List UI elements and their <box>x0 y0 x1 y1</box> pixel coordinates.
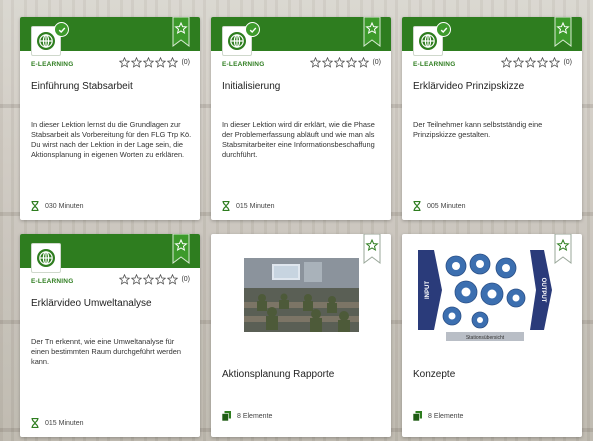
card-title[interactable]: Erklärvideo Prinzipskizze <box>413 80 573 93</box>
star-outline-icon[interactable] <box>143 57 155 68</box>
rating-count: (0) <box>181 276 190 283</box>
card-description: Der Teilnehmer kann selbstständig eine P… <box>413 120 543 139</box>
star-outline-icon[interactable] <box>167 57 179 68</box>
star-outline-icon[interactable] <box>119 274 131 285</box>
card-description: In dieser Lektion wird dir erklärt, wie … <box>222 120 375 159</box>
classroom-photo <box>244 258 359 332</box>
duration-label: 015 Minuten <box>45 419 84 427</box>
course-card-initialisierung[interactable]: E-LEARNING (0) Initialisierung In dieser… <box>211 17 391 220</box>
star-outline-icon[interactable] <box>155 274 167 285</box>
bookmark-star-icon[interactable] <box>554 234 572 264</box>
hourglass-icon <box>413 201 421 211</box>
bookmark-star-icon[interactable] <box>363 234 381 264</box>
diagram-output-label: OUTPUT <box>540 278 546 303</box>
star-outline-icon[interactable] <box>346 57 358 68</box>
duration: 015 Minuten <box>222 201 275 211</box>
card-header-band <box>211 17 391 56</box>
star-rating[interactable]: (0) <box>309 57 381 68</box>
collection-card-konzepte[interactable]: INPUT OUTPUT Stationsübersicht Konzepte … <box>402 234 582 437</box>
elements-label: 8 Elemente <box>237 412 273 420</box>
card-description: In dieser Lektion lernst du die Grundlag… <box>31 120 192 159</box>
card-title[interactable]: Einführung Stabsarbeit <box>31 80 191 93</box>
hourglass-icon <box>222 201 230 211</box>
rating-count: (0) <box>181 59 190 66</box>
card-header-band <box>402 17 582 56</box>
card-header-band <box>20 17 200 56</box>
duration: 030 Minuten <box>31 201 84 211</box>
bookmark-star-icon[interactable] <box>172 17 190 47</box>
bookmark-star-icon[interactable] <box>554 17 572 47</box>
collection-card-aktionsplanung-rapporte[interactable]: Aktionsplanung Rapporte 8 Elemente <box>211 234 391 437</box>
bookmark-star-icon[interactable] <box>172 234 190 264</box>
diagram-bottom-label: Stationsübersicht <box>466 335 505 341</box>
diagram-input-label: INPUT <box>425 281 431 299</box>
check-icon <box>436 22 451 37</box>
elements-label: 8 Elemente <box>428 412 464 420</box>
elements-count: 8 Elemente <box>413 411 463 421</box>
star-outline-icon[interactable] <box>549 57 561 68</box>
star-outline-icon[interactable] <box>501 57 513 68</box>
process-diagram: INPUT OUTPUT Stationsübersicht <box>416 244 554 344</box>
documents-icon <box>222 411 231 421</box>
star-outline-icon[interactable] <box>334 57 346 68</box>
course-card-einfuehrung-stabsarbeit[interactable]: E-LEARNING (0) Einführung Stabsarbeit In… <box>20 17 200 220</box>
duration: 015 Minuten <box>31 418 84 428</box>
documents-icon <box>413 411 422 421</box>
card-title[interactable]: Konzepte <box>413 369 455 380</box>
globe-icon <box>31 243 61 273</box>
elements-count: 8 Elemente <box>222 411 272 421</box>
star-outline-icon[interactable] <box>322 57 334 68</box>
star-rating[interactable]: (0) <box>500 57 572 68</box>
star-outline-icon[interactable] <box>155 57 167 68</box>
star-outline-icon[interactable] <box>131 57 143 68</box>
card-header-band <box>20 234 200 273</box>
card-title[interactable]: Erklärvideo Umweltanalyse <box>31 297 191 310</box>
course-card-erklaervideo-prinzipskizze[interactable]: E-LEARNING (0) Erklärvideo Prinzipskizze… <box>402 17 582 220</box>
hourglass-icon <box>31 418 39 428</box>
star-rating[interactable]: (0) <box>118 274 190 285</box>
star-outline-icon[interactable] <box>537 57 549 68</box>
star-outline-icon[interactable] <box>143 274 155 285</box>
star-outline-icon[interactable] <box>525 57 537 68</box>
course-type-label: E-LEARNING <box>31 61 74 68</box>
star-outline-icon[interactable] <box>119 57 131 68</box>
star-outline-icon[interactable] <box>310 57 322 68</box>
duration-label: 005 Minuten <box>427 202 466 210</box>
star-outline-icon[interactable] <box>358 57 370 68</box>
duration-label: 015 Minuten <box>236 202 275 210</box>
course-type-label: E-LEARNING <box>222 61 265 68</box>
star-outline-icon[interactable] <box>513 57 525 68</box>
bookmark-star-icon[interactable] <box>363 17 381 47</box>
rating-count: (0) <box>372 59 381 66</box>
course-card-erklaervideo-umweltanalyse[interactable]: E-LEARNING (0) Erklärvideo Umweltanalyse… <box>20 234 200 437</box>
duration-label: 030 Minuten <box>45 202 84 210</box>
star-outline-icon[interactable] <box>167 274 179 285</box>
card-title[interactable]: Aktionsplanung Rapporte <box>222 369 334 380</box>
duration: 005 Minuten <box>413 201 466 211</box>
course-type-label: E-LEARNING <box>413 61 456 68</box>
rating-count: (0) <box>563 59 572 66</box>
check-icon <box>245 22 260 37</box>
course-type-label: E-LEARNING <box>31 278 74 285</box>
hourglass-icon <box>31 201 39 211</box>
star-outline-icon[interactable] <box>131 274 143 285</box>
check-icon <box>54 22 69 37</box>
star-rating[interactable]: (0) <box>118 57 190 68</box>
card-title[interactable]: Initialisierung <box>222 80 382 93</box>
card-description: Der Tn erkennt, wie eine Umweltanalyse f… <box>31 337 181 366</box>
